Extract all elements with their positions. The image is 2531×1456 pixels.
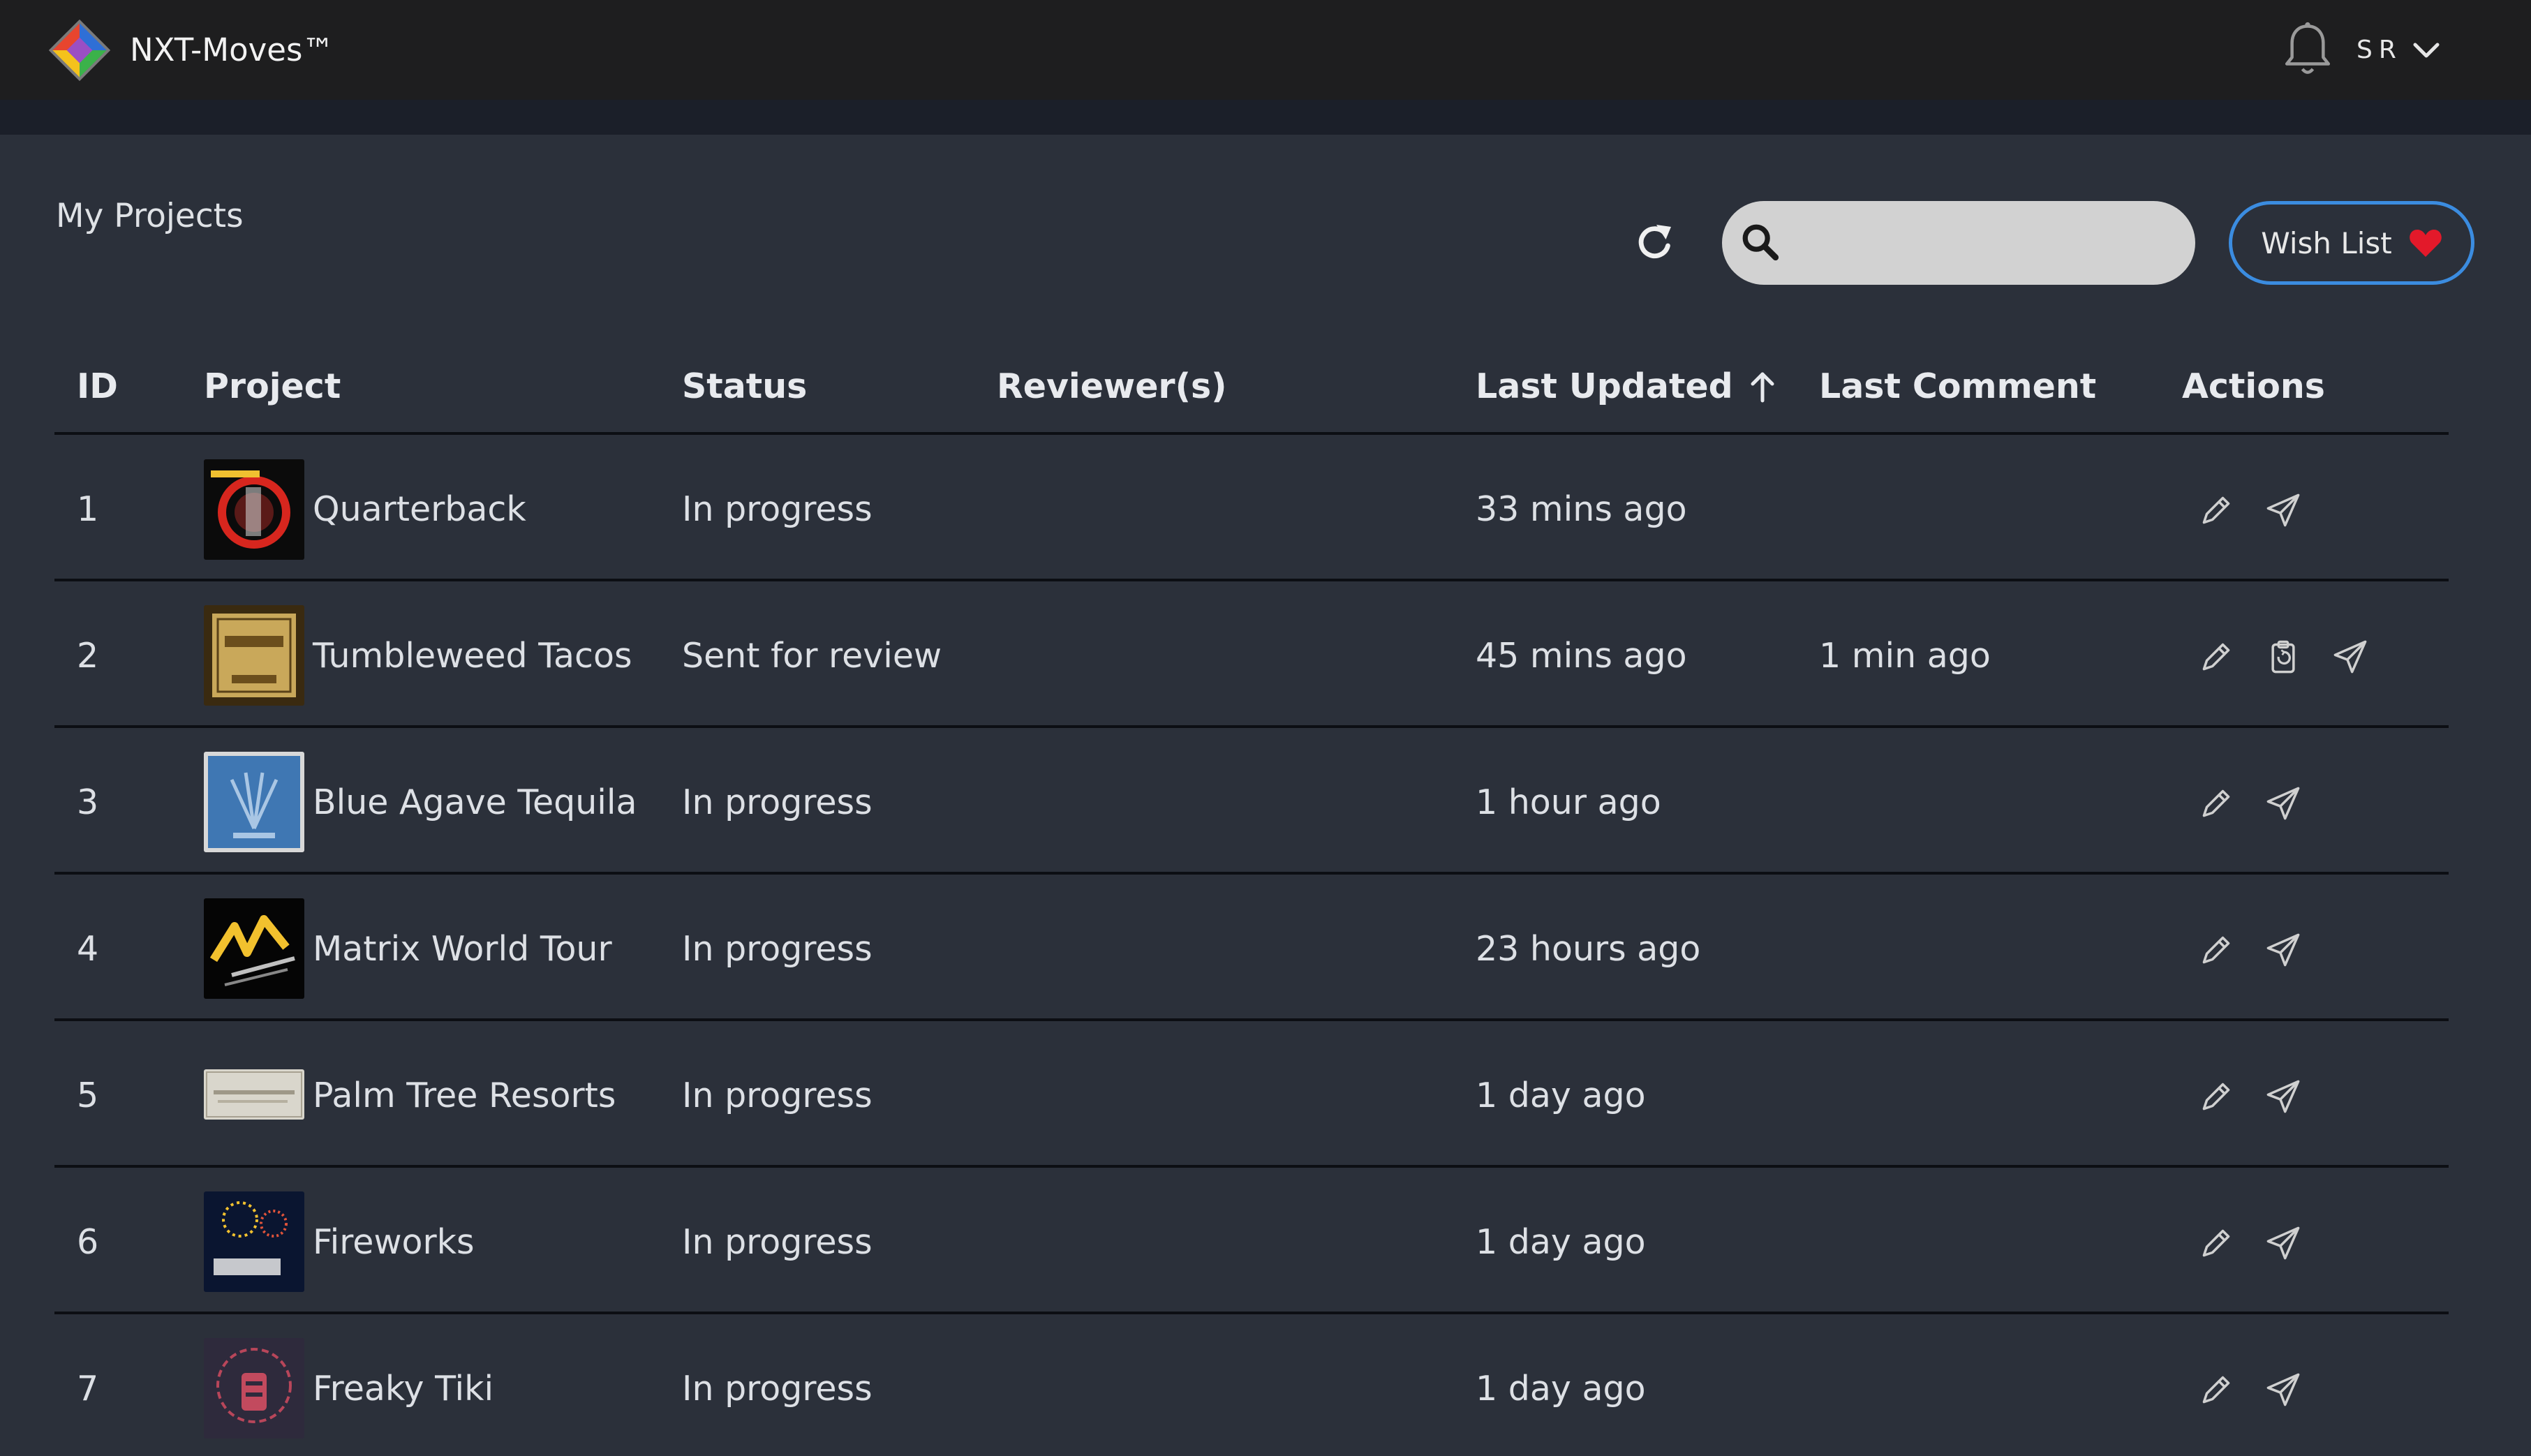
project-thumbnail: [204, 752, 304, 852]
project-thumbnail: [204, 605, 304, 706]
last-updated: 1 day ago: [1476, 1369, 1646, 1409]
last-updated: 23 hours ago: [1476, 929, 1701, 969]
refresh-icon[interactable]: [1633, 221, 1675, 262]
project-status: In progress: [682, 489, 873, 529]
last-updated: 45 mins ago: [1476, 636, 1687, 676]
row-id: 6: [77, 1222, 99, 1262]
search-input[interactable]: [1792, 214, 2179, 274]
send-icon[interactable]: [2264, 1371, 2302, 1409]
send-icon[interactable]: [2264, 491, 2302, 529]
project-name[interactable]: Freaky Tiki: [313, 1368, 493, 1410]
project-name[interactable]: Fireworks: [313, 1221, 475, 1263]
project-status: In progress: [682, 1076, 873, 1115]
edit-icon[interactable]: [2197, 1078, 2235, 1115]
last-updated: 1 day ago: [1476, 1222, 1646, 1262]
logo-icon: [48, 19, 111, 82]
last-updated: 33 mins ago: [1476, 489, 1687, 529]
arrow-up-icon: [1751, 372, 1774, 402]
project-name[interactable]: Blue Agave Tequila: [313, 782, 637, 824]
edit-icon[interactable]: [2197, 931, 2235, 969]
edit-icon[interactable]: [2197, 638, 2235, 676]
bell-icon[interactable]: [2281, 21, 2334, 78]
row-divider: [54, 1018, 2449, 1021]
project-status: In progress: [682, 782, 873, 822]
wish-list-button[interactable]: Wish List: [2229, 201, 2474, 285]
edit-icon[interactable]: [2197, 1224, 2235, 1262]
edit-icon[interactable]: [2197, 785, 2235, 822]
column-header-project[interactable]: Project: [204, 366, 341, 406]
row-id: 5: [77, 1076, 99, 1115]
wish-list-label: Wish List: [2261, 225, 2392, 260]
column-header-id[interactable]: ID: [77, 366, 118, 406]
column-header-last-updated[interactable]: Last Updated: [1476, 366, 1776, 406]
project-thumbnail: [204, 1191, 304, 1292]
project-thumbnail: [204, 1069, 304, 1120]
column-header-last-comment[interactable]: Last Comment: [1819, 366, 2096, 406]
send-icon[interactable]: [2264, 931, 2302, 969]
review-clipboard-icon[interactable]: [2264, 638, 2302, 676]
project-name[interactable]: Palm Tree Resorts: [313, 1075, 616, 1117]
project-name[interactable]: Matrix World Tour: [313, 928, 612, 970]
row-divider: [54, 872, 2449, 875]
search-icon: [1742, 224, 1779, 261]
chevron-down-icon: [2413, 43, 2440, 57]
top-bar: NXT-Moves™ SR: [0, 0, 2531, 100]
search-box[interactable]: [1722, 201, 2195, 285]
send-icon[interactable]: [2264, 1224, 2302, 1262]
project-status: In progress: [682, 1369, 873, 1409]
page-title: My Projects: [56, 197, 244, 235]
send-icon[interactable]: [2264, 1078, 2302, 1115]
project-status: In progress: [682, 1222, 873, 1262]
row-divider: [54, 1312, 2449, 1314]
user-menu[interactable]: SR: [2356, 0, 2440, 100]
header-divider: [54, 432, 2449, 435]
project-thumbnail: [204, 459, 304, 560]
edit-icon[interactable]: [2197, 491, 2235, 529]
row-id: 3: [77, 782, 99, 822]
column-header-status[interactable]: Status: [682, 366, 807, 406]
user-initials: SR: [2356, 36, 2403, 64]
edit-icon[interactable]: [2197, 1371, 2235, 1409]
send-icon[interactable]: [2264, 785, 2302, 822]
row-divider: [54, 725, 2449, 728]
row-id: 2: [77, 636, 99, 676]
heart-icon: [2409, 230, 2442, 257]
project-status: Sent for review: [682, 636, 942, 676]
column-header-actions: Actions: [2182, 366, 2325, 406]
sub-header-strip: [0, 100, 2531, 135]
last-updated: 1 hour ago: [1476, 782, 1661, 822]
project-thumbnail: [204, 1338, 304, 1439]
column-header-reviewers[interactable]: Reviewer(s): [997, 366, 1227, 406]
last-updated: 1 day ago: [1476, 1076, 1646, 1115]
row-id: 7: [77, 1369, 99, 1409]
project-thumbnail: [204, 898, 304, 999]
project-status: In progress: [682, 929, 873, 969]
row-id: 1: [77, 489, 99, 529]
column-header-last-updated-label: Last Updated: [1476, 366, 1733, 406]
last-comment: 1 min ago: [1819, 636, 1991, 676]
row-id: 4: [77, 929, 99, 969]
row-divider: [54, 1165, 2449, 1168]
app-title: NXT-Moves™: [130, 31, 334, 68]
row-divider: [54, 579, 2449, 581]
project-name[interactable]: Quarterback: [313, 489, 526, 530]
project-name[interactable]: Tumbleweed Tacos: [313, 635, 632, 677]
send-icon[interactable]: [2331, 638, 2369, 676]
